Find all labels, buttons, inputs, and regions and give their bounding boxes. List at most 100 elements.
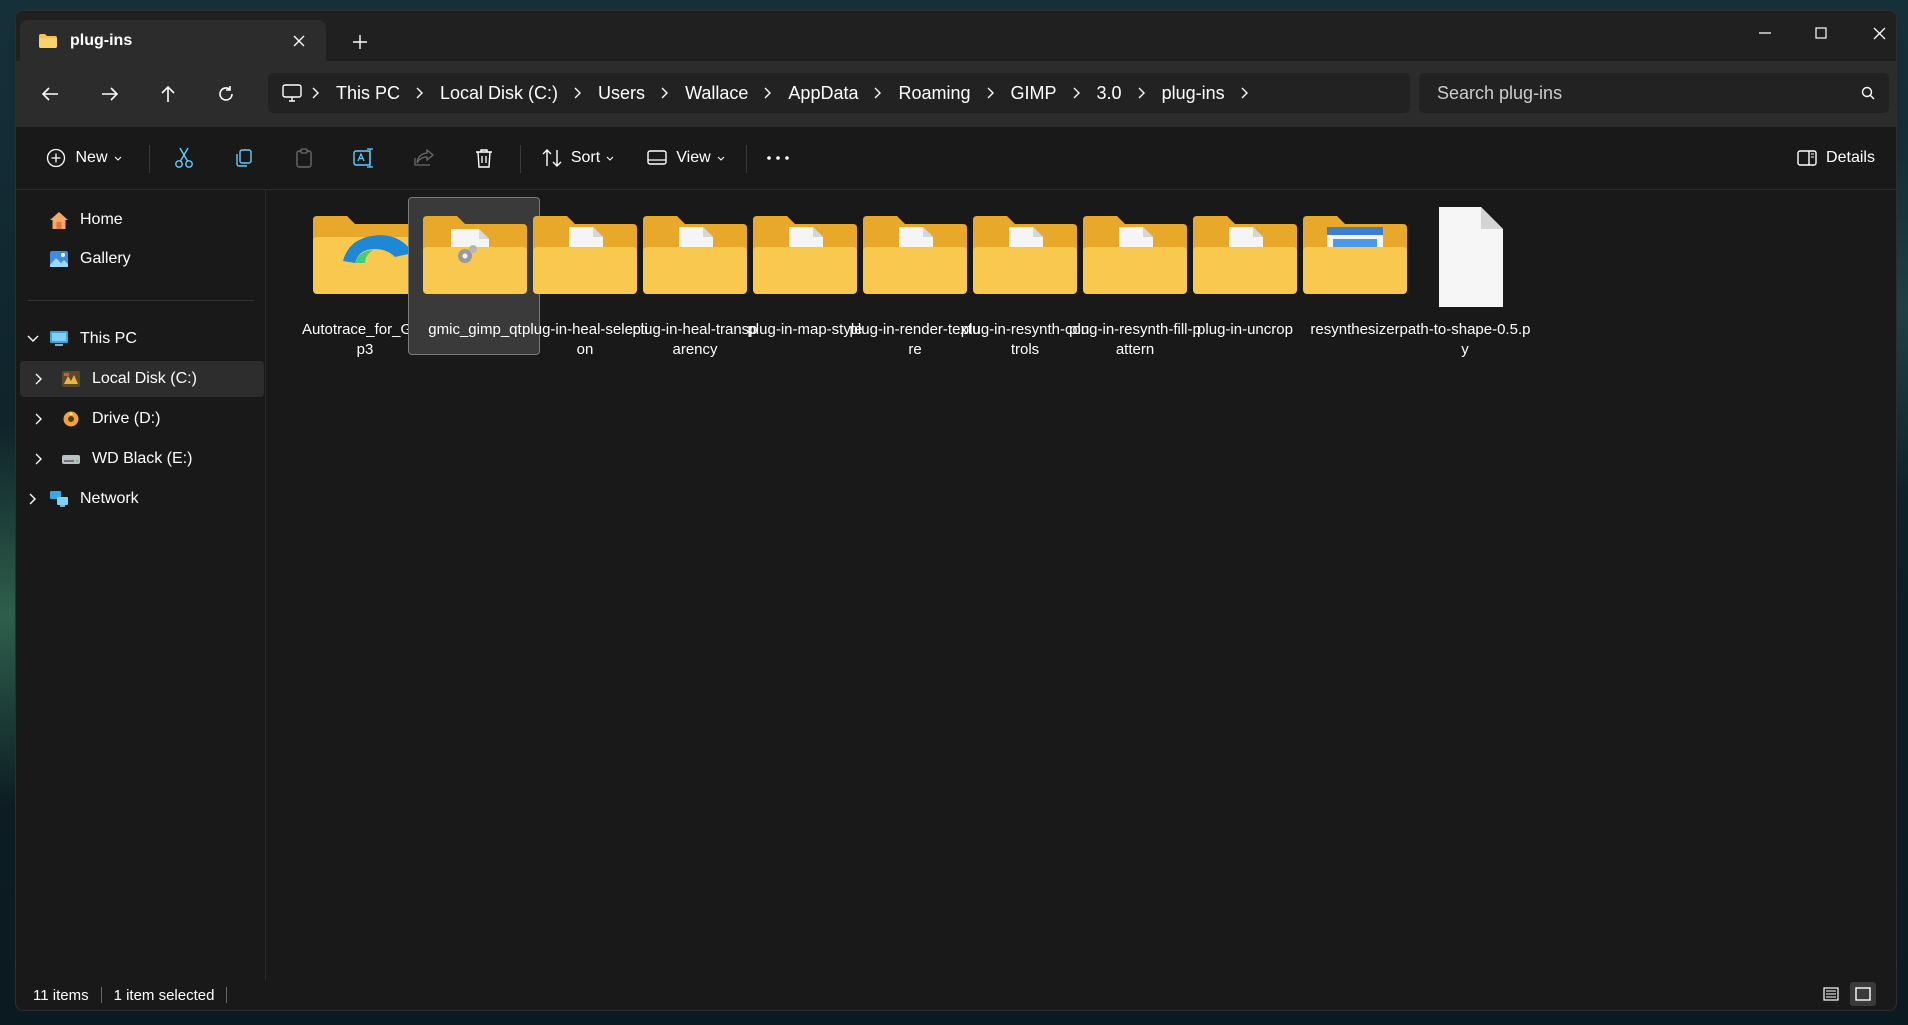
chevron-right-icon[interactable] bbox=[1134, 87, 1150, 99]
title-bar: plug-ins bbox=[16, 11, 1896, 61]
chevron-right-icon[interactable] bbox=[308, 87, 324, 99]
computer-icon bbox=[46, 330, 72, 348]
chevron-right-icon[interactable] bbox=[20, 373, 58, 385]
breadcrumb-this-pc[interactable]: This PC bbox=[324, 83, 412, 104]
copy-icon bbox=[236, 149, 252, 167]
delete-button[interactable] bbox=[464, 140, 504, 176]
rename-icon bbox=[353, 148, 373, 168]
chevron-down-icon[interactable] bbox=[20, 335, 46, 343]
share-button[interactable] bbox=[404, 140, 444, 176]
status-bar: 11 items 1 item selected bbox=[16, 980, 1896, 1010]
network-icon bbox=[46, 490, 72, 508]
sidebar-item-this-pc[interactable]: This PC bbox=[20, 321, 264, 357]
new-tab-button[interactable] bbox=[342, 27, 378, 57]
minimize-button[interactable] bbox=[1736, 11, 1794, 55]
chevron-right-icon[interactable] bbox=[20, 493, 46, 505]
forward-button[interactable] bbox=[90, 77, 130, 111]
breadcrumb-appdata[interactable]: AppData bbox=[776, 83, 870, 104]
status-divider bbox=[100, 987, 102, 1003]
more-icon bbox=[767, 156, 789, 160]
tab-plug-ins[interactable]: plug-ins bbox=[20, 20, 326, 61]
cut-button[interactable] bbox=[164, 140, 204, 176]
view-button-label: View bbox=[676, 149, 711, 166]
close-icon bbox=[1873, 27, 1885, 39]
breadcrumb-plug-ins[interactable]: plug-ins bbox=[1150, 83, 1237, 104]
chevron-down-icon bbox=[717, 156, 725, 161]
breadcrumb-gimp[interactable]: GIMP bbox=[999, 83, 1069, 104]
chevron-right-icon[interactable] bbox=[657, 87, 673, 99]
file-tile[interactable]: path-to-shape-0.5.py bbox=[1398, 197, 1530, 358]
view-icon bbox=[647, 150, 667, 165]
details-button[interactable]: Details bbox=[1788, 140, 1884, 176]
large-icons-view-button[interactable] bbox=[1850, 982, 1876, 1006]
sidebar-item-label: WD Black (E:) bbox=[92, 450, 193, 467]
folder-icon bbox=[38, 33, 58, 49]
chevron-right-icon[interactable] bbox=[983, 87, 999, 99]
sidebar-item-label: Network bbox=[80, 490, 139, 507]
back-button[interactable] bbox=[30, 77, 70, 111]
more-options-button[interactable] bbox=[758, 140, 798, 176]
plus-circle-icon bbox=[47, 148, 66, 168]
file-explorer-window: plug-ins This PC Local Disk (C:) Users W… bbox=[15, 10, 1897, 1011]
sidebar-item-gallery[interactable]: Gallery bbox=[20, 241, 264, 277]
rename-button[interactable] bbox=[344, 140, 384, 176]
chevron-right-icon[interactable] bbox=[870, 87, 886, 99]
address-bar[interactable]: This PC Local Disk (C:) Users Wallace Ap… bbox=[268, 73, 1410, 113]
sidebar-item-network[interactable]: Network bbox=[20, 481, 264, 517]
sidebar-item-label: Drive (D:) bbox=[92, 410, 161, 427]
details-button-label: Details bbox=[1826, 149, 1875, 166]
item-count: 11 items bbox=[33, 986, 89, 1004]
breadcrumb-wallace[interactable]: Wallace bbox=[673, 83, 760, 104]
new-button-label: New bbox=[75, 149, 108, 166]
paste-button[interactable] bbox=[284, 140, 324, 176]
chevron-right-icon[interactable] bbox=[1069, 87, 1085, 99]
sidebar-item-local-disk[interactable]: Local Disk (C:) bbox=[20, 361, 264, 397]
search-input[interactable] bbox=[1437, 82, 1861, 104]
close-window-button[interactable] bbox=[1850, 11, 1896, 55]
chevron-right-icon[interactable] bbox=[20, 413, 58, 425]
chevron-right-icon[interactable] bbox=[760, 87, 776, 99]
breadcrumb-roaming[interactable]: Roaming bbox=[886, 83, 982, 104]
details-pane-icon bbox=[1797, 150, 1817, 166]
chevron-right-icon[interactable] bbox=[1237, 87, 1253, 99]
sidebar-item-wd-black[interactable]: WD Black (E:) bbox=[20, 441, 264, 477]
sort-button[interactable]: Sort bbox=[534, 140, 622, 176]
up-button[interactable] bbox=[148, 77, 188, 111]
file-icon bbox=[1403, 203, 1527, 311]
sidebar-item-label: Gallery bbox=[80, 250, 131, 267]
maximize-button[interactable] bbox=[1792, 11, 1850, 55]
sidebar-item-drive-d[interactable]: Drive (D:) bbox=[20, 401, 264, 437]
clipboard-icon bbox=[296, 148, 312, 168]
monitor-icon bbox=[282, 84, 308, 102]
list-view-icon bbox=[1823, 987, 1839, 1001]
breadcrumb-users[interactable]: Users bbox=[586, 83, 657, 104]
view-button[interactable]: View bbox=[642, 140, 730, 176]
refresh-icon bbox=[219, 86, 233, 101]
search-box[interactable] bbox=[1419, 73, 1889, 113]
arrow-right-icon bbox=[102, 87, 119, 101]
trash-icon bbox=[476, 149, 492, 168]
close-tab-icon[interactable] bbox=[282, 26, 316, 56]
file-view: Autotrace_for_Gimp3 gmic_gimp_qt plug-in… bbox=[266, 190, 1896, 980]
share-icon bbox=[414, 149, 434, 166]
sidebar-item-label: Home bbox=[80, 211, 123, 228]
details-view-button[interactable] bbox=[1818, 982, 1844, 1006]
refresh-button[interactable] bbox=[206, 77, 246, 111]
tab-title: plug-ins bbox=[70, 31, 133, 49]
arrow-up-icon bbox=[161, 85, 175, 102]
toolbar-divider bbox=[520, 145, 521, 173]
search-icon[interactable] bbox=[1861, 86, 1875, 100]
sidebar-item-home[interactable]: Home bbox=[20, 202, 264, 238]
sidebar-divider bbox=[28, 300, 254, 301]
chevron-right-icon[interactable] bbox=[412, 87, 428, 99]
sidebar-item-label: Local Disk (C:) bbox=[92, 370, 197, 387]
maximize-icon bbox=[1815, 27, 1827, 39]
chevron-right-icon[interactable] bbox=[20, 453, 58, 465]
copy-button[interactable] bbox=[224, 140, 264, 176]
breadcrumb-local-disk[interactable]: Local Disk (C:) bbox=[428, 83, 570, 104]
sort-button-label: Sort bbox=[570, 149, 601, 166]
status-divider bbox=[226, 987, 228, 1003]
breadcrumb-version[interactable]: 3.0 bbox=[1085, 83, 1134, 104]
new-button[interactable]: New bbox=[36, 140, 132, 176]
chevron-right-icon[interactable] bbox=[570, 87, 586, 99]
